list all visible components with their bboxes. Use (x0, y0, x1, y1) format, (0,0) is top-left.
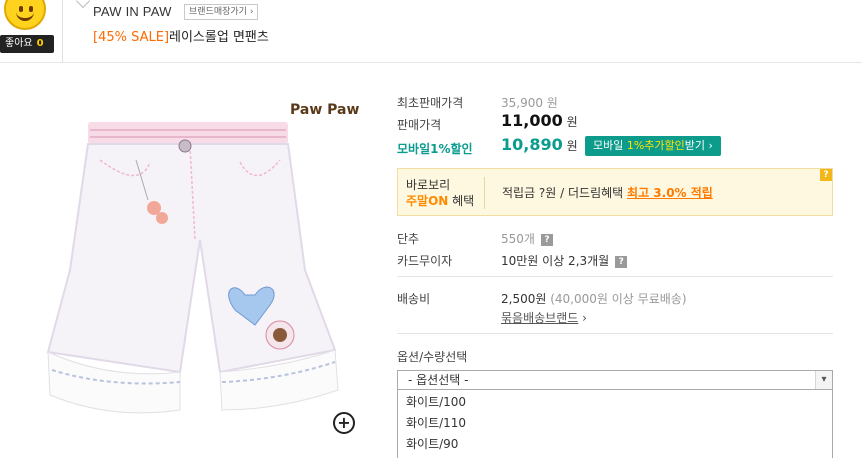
option-select[interactable]: - 옵션선택 - ▾ (397, 370, 833, 390)
original-price-value: 35,900 원 (501, 96, 558, 110)
chevron-down-icon[interactable]: ▾ (815, 371, 832, 389)
points-text: 적립금 ?원 / 더드림혜택 (502, 186, 628, 200)
best-points-link[interactable]: 최고 3.0% 적립 (627, 186, 713, 200)
mobile-price: 10,890 원 (501, 135, 578, 154)
help-icon[interactable]: ? (540, 233, 553, 246)
like-count: 0 (36, 38, 44, 49)
like-widget[interactable]: 좋아요 0 (0, 0, 62, 62)
option-item[interactable]: 화이트/90 (406, 435, 458, 452)
bundle-link-text: 묶음배송브랜드 (501, 311, 579, 325)
option-item[interactable]: 화이트/110 (406, 414, 466, 431)
like-bar[interactable]: 좋아요 0 (0, 35, 54, 53)
weekend-on: 주말ON (406, 194, 449, 208)
corner-decoration (75, 0, 91, 9)
card-installment-label: 카드무이자 (397, 254, 453, 268)
product-name: 레이스롤업 면팬츠 (169, 30, 269, 45)
option-select-value: - 옵션선택 - (408, 373, 469, 387)
plus-circle-icon: + (337, 413, 351, 432)
mobile-btn-pre: 모바일 (593, 139, 627, 152)
mobile-discount-label: 모바일1%할인 (397, 142, 473, 156)
like-label: 좋아요 (5, 38, 33, 49)
card-installment-value: 10만원 이상 2,3개월 (501, 254, 610, 268)
card-installment-wrap: 10만원 이상 2,3개월? (501, 252, 628, 269)
chevron-right-icon: › (578, 311, 587, 325)
help-icon[interactable]: ? (820, 169, 832, 181)
benefit-divider (484, 177, 485, 209)
help-icon[interactable]: ? (615, 255, 628, 268)
original-price-label: 최초판매가격 (397, 96, 464, 110)
mobile-coupon-button[interactable]: 모바일 1%추가할인받기 › (585, 136, 721, 156)
divider (397, 276, 833, 277)
benefit-left: 바로보리 주말ON 혜택 (406, 177, 474, 209)
benefit-box: 바로보리 주말ON 혜택 적립금 ?원 / 더드림혜택 최고 3.0% 적립 ? (397, 168, 833, 216)
benefit-line1: 바로보리 (406, 178, 451, 192)
option-dropdown-list: 화이트/100 화이트/110 화이트/90 (397, 390, 833, 458)
shorts-illustration: Paw Paw (46, 102, 359, 414)
header-divider (62, 0, 63, 62)
benefit-line2: 주말ON 혜택 (406, 193, 474, 209)
sale-price-label: 판매가격 (397, 118, 442, 132)
mobile-price-unit: 원 (566, 139, 578, 153)
sale-price-unit: 원 (566, 115, 578, 129)
product-image[interactable]: Paw Paw (30, 90, 370, 440)
sale-tag: [45% SALE] (93, 30, 170, 45)
shipping-label: 배송비 (397, 292, 431, 306)
header-bottom-line (0, 62, 862, 63)
brand-name[interactable]: PAW IN PAW (93, 4, 172, 19)
mobile-price-value: 10,890 (501, 135, 563, 154)
page-title: [45% SALE]레이스롤업 면팬츠 (93, 26, 269, 45)
sale-price-value: 11,000 (501, 111, 563, 130)
brand-shop-button[interactable]: 브랜드매장가기 › (184, 4, 259, 20)
benefit-line2-rest: 혜택 (448, 194, 475, 208)
shortage-value: 550개 (501, 232, 535, 246)
divider (397, 333, 833, 334)
mobile-btn-highlight: 1%추가할인 (626, 139, 685, 152)
shipping-note: (40,000원 이상 무료배송) (550, 292, 687, 306)
mobile-btn-post: 받기 › (684, 139, 713, 152)
sale-price: 11,000 원 (501, 111, 578, 130)
shipping-wrap: 2,500원 (40,000원 이상 무료배송) (501, 290, 687, 307)
shipping-value: 2,500원 (501, 292, 547, 306)
option-item[interactable]: 화이트/100 (406, 393, 466, 410)
benefit-right: 적립금 ?원 / 더드림혜택 최고 3.0% 적립 (502, 184, 713, 201)
product-logo: Paw Paw (290, 102, 359, 118)
option-section-label: 옵션/수량선택 (397, 350, 468, 364)
shortage-value-wrap: 550개? (501, 230, 553, 247)
zoom-button[interactable]: + (333, 412, 355, 434)
bundle-brand-link[interactable]: 묶음배송브랜드 › (501, 309, 587, 326)
smiley-icon (4, 0, 46, 30)
shortage-label: 단추 (397, 232, 420, 246)
